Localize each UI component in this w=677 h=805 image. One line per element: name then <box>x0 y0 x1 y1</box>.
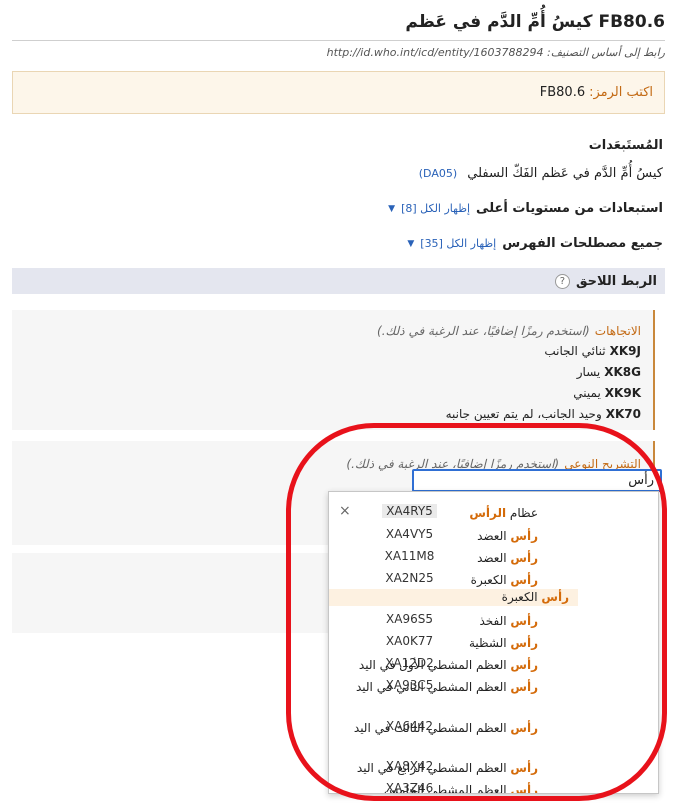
autocomplete-dropdown: × XA4RY5 عظام الرأس XA4VY5 رأس العضد XA1… <box>328 491 659 794</box>
exclusion-ref[interactable]: (DA05) <box>419 167 457 180</box>
index-terms-show-all[interactable]: إظهار الكل [35] <box>420 237 496 250</box>
higher-exclusions-row: استبعادات من مستويات أعلى إظهار الكل [8]… <box>388 201 663 216</box>
code-box-label: اكتب الرمز: <box>589 85 653 100</box>
page-title: FB80.6 كيسُ أُمِّ الدَّم في عَظم <box>12 12 665 41</box>
laterality-panel: الاتجاهات (استخدم رمزًا إضافيًا، عند الر… <box>12 310 655 430</box>
uri-label: رابط إلى أساس التصنيف: <box>547 46 665 59</box>
anatomy-search-input[interactable]: رأس <box>412 469 662 492</box>
exclusion-text[interactable]: كيسُ أُمِّ الدَّم في عَظم الفَكّ السفلي <box>467 166 663 181</box>
foundation-uri: رابط إلى أساس التصنيف: http://id.who.int… <box>327 46 665 59</box>
title-text: كيسُ أُمِّ الدَّم في عَظم <box>405 12 593 32</box>
index-terms-label: جميع مصطلحات الفهرس <box>502 236 663 251</box>
code-box-value: FB80.6 <box>539 85 586 100</box>
title-code: FB80.6 <box>598 12 665 32</box>
laterality-option[interactable]: XK70وحيد الجانب، لم يتم تعيين جانبه <box>12 404 641 425</box>
higher-exclusions-show-all[interactable]: إظهار الكل [8] <box>401 202 470 215</box>
higher-exclusions-label: استبعادات من مستويات أعلى <box>476 201 663 216</box>
code-box: اكتب الرمز: FB80.6 <box>12 71 665 114</box>
laterality-axis-hint: (استخدم رمزًا إضافيًا، عند الرغبة في ذلك… <box>377 324 590 338</box>
chevron-down-icon[interactable]: ▼ <box>407 239 414 249</box>
postcoordination-bar: الربط اللاحق ? <box>12 268 665 294</box>
laterality-option[interactable]: XK9Jثنائي الجانب <box>12 341 641 362</box>
laterality-option[interactable]: XK9Kيميني <box>12 383 641 404</box>
postcoordination-label: الربط اللاحق <box>575 273 657 289</box>
dropdown-item-highlighted[interactable]: رأس الكعبرة <box>329 589 578 606</box>
laterality-option[interactable]: XK8Gيسار <box>12 362 641 383</box>
laterality-axis-name: الاتجاهات <box>594 324 641 338</box>
exclusions-heading: المُستَبعَدات <box>588 138 663 153</box>
index-terms-row: جميع مصطلحات الفهرس إظهار الكل [35] ▼ <box>407 236 663 251</box>
chevron-down-icon[interactable]: ▼ <box>388 204 395 214</box>
uri-link[interactable]: http://id.who.int/icd/entity/1603788294 <box>327 46 544 59</box>
help-icon[interactable]: ? <box>554 273 570 289</box>
exclusion-item[interactable]: كيسُ أُمِّ الدَّم في عَظم الفَكّ السفلي … <box>419 166 663 181</box>
